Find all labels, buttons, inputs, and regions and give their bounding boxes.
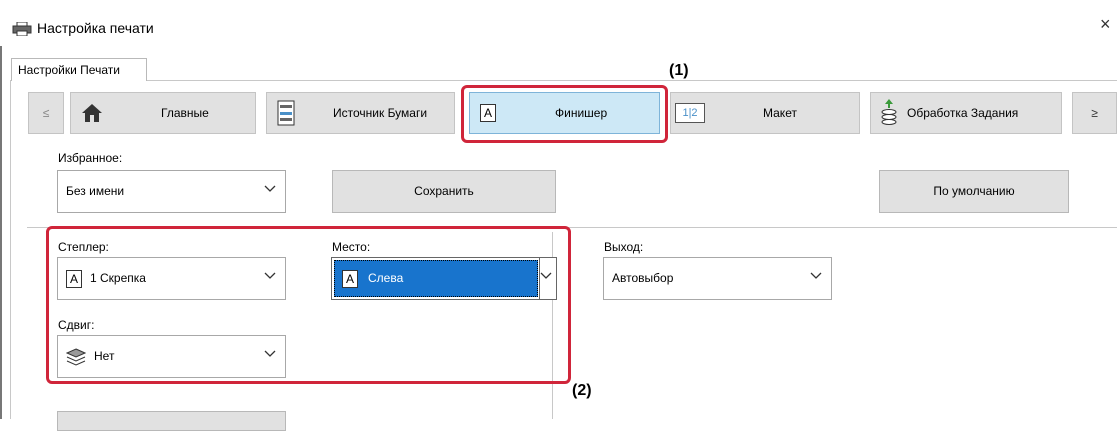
tab-paper-source[interactable]: Источник Бумаги xyxy=(266,92,455,134)
highlight-finisher-settings xyxy=(46,226,571,384)
title-bar xyxy=(0,0,1117,46)
chevron-down-icon xyxy=(810,272,822,279)
tab-layout-label: Макет xyxy=(763,106,797,120)
window-title: Настройка печати xyxy=(37,20,154,36)
default-button[interactable]: По умолчанию xyxy=(879,170,1069,213)
favorites-value: Без имени xyxy=(66,184,125,198)
paper-tray-icon xyxy=(277,100,295,126)
highlight-finisher-tab xyxy=(461,85,668,143)
tab-strip-divider xyxy=(10,80,1117,81)
output-select[interactable]: Автовыбор xyxy=(603,257,832,300)
output-value: Автовыбор xyxy=(612,271,674,285)
favorites-select[interactable]: Без имени xyxy=(57,170,286,213)
tab-layout[interactable]: 1|2 Макет xyxy=(670,92,860,134)
printer-icon xyxy=(12,22,32,36)
output-label: Выход: xyxy=(604,240,644,254)
chevron-down-icon xyxy=(264,185,276,192)
callout-2: (2) xyxy=(572,382,592,399)
tab-prev-button[interactable]: ≤ xyxy=(28,92,64,134)
job-handling-icon xyxy=(881,99,897,125)
tab-main-label: Главные xyxy=(161,106,209,120)
tab-next-button[interactable]: ≥ xyxy=(1072,92,1117,134)
callout-1: (1) xyxy=(669,62,689,79)
home-icon xyxy=(82,104,102,122)
tab-print-settings[interactable]: Настройки Печати xyxy=(11,58,147,81)
window-left-edge xyxy=(0,0,2,419)
more-button[interactable] xyxy=(57,411,286,431)
panel-left-border xyxy=(10,80,11,419)
save-button[interactable]: Сохранить xyxy=(332,170,556,213)
tab-job-handling[interactable]: Обработка Задания xyxy=(870,92,1062,134)
tab-main[interactable]: Главные xyxy=(70,92,256,134)
tab-job-handling-label: Обработка Задания xyxy=(907,106,1019,120)
tab-paper-source-label: Источник Бумаги xyxy=(333,106,428,120)
close-button[interactable]: × xyxy=(1100,14,1111,35)
layout-icon: 1|2 xyxy=(675,103,705,123)
favorites-label: Избранное: xyxy=(58,151,123,165)
